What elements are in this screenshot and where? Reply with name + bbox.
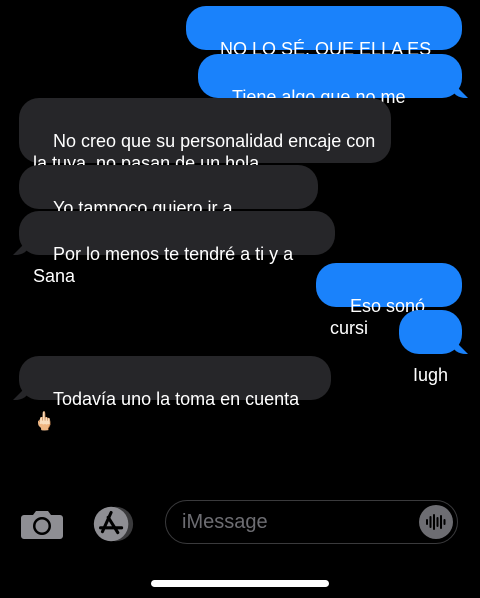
camera-icon [21,511,63,539]
message-bubble-incoming[interactable]: Por lo menos te tendré a ti y a Sana [19,211,335,286]
home-indicator[interactable] [151,580,329,587]
camera-button[interactable] [19,504,65,544]
message-bubble-incoming[interactable]: Yo tampoco quiero ir a presencial [19,165,318,240]
message-text: Por lo menos te tendré a ti y a Sana [33,244,299,286]
message-text: Todavía uno la toma en cuenta 🖕🏻 [33,389,305,431]
message-bubble-outgoing[interactable]: Iugh [399,310,462,385]
audio-message-button[interactable] [419,505,453,539]
message-bubble-outgoing[interactable]: Tiene algo que no me cuadra [198,54,462,129]
message-bubble-outgoing[interactable]: Eso sonó cursi [316,263,462,338]
imessage-input-container [165,500,458,544]
audio-waveform-icon [426,514,446,530]
message-bubble-incoming[interactable]: No creo que su personalidad encaje con l… [19,98,391,173]
message-bubble-outgoing[interactable]: NO LO SÉ, QUE ELLA ES RARA [186,6,462,81]
message-text: Iugh [413,365,449,385]
imessage-input[interactable] [180,501,414,544]
app-store-icon [93,506,134,542]
message-bubble-incoming[interactable]: Todavía uno la toma en cuenta 🖕🏻 [19,356,331,431]
apps-button[interactable] [90,504,136,544]
message-composer [0,496,480,550]
message-thread: NO LO SÉ, QUE ELLA ES RARA Tiene algo qu… [0,0,480,480]
